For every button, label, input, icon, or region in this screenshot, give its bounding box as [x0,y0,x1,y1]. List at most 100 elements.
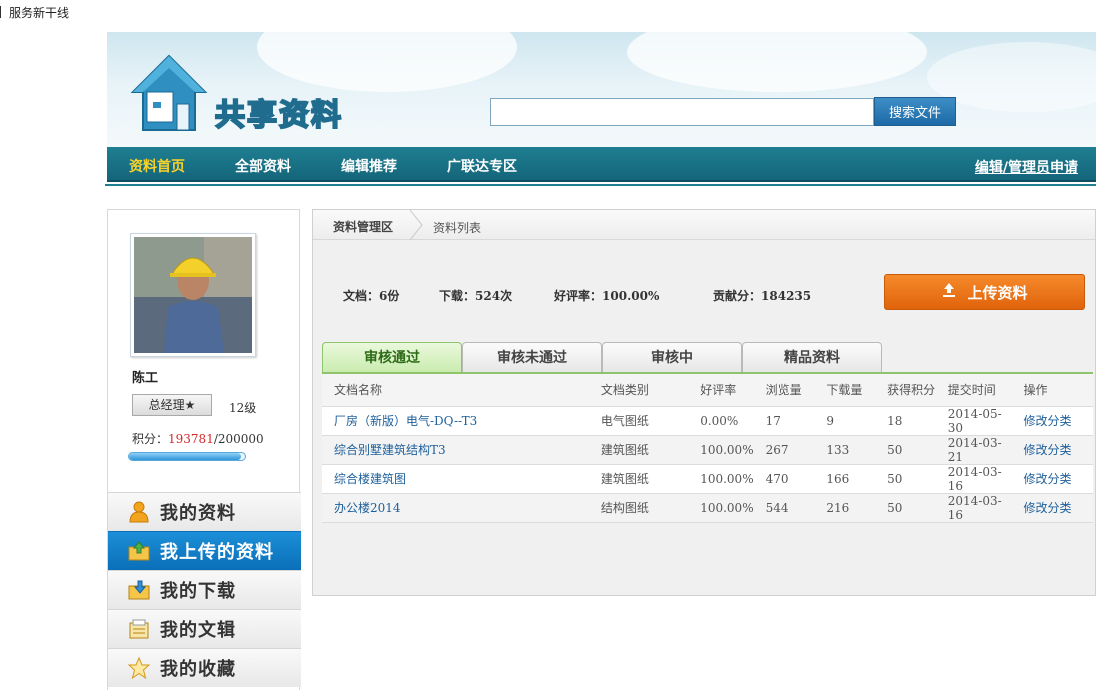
doc-rating: 100.00% [688,464,754,494]
tab-pending[interactable]: 审核中 [602,342,742,373]
star-icon [128,657,150,679]
sidebar-item-my-materials[interactable]: 我的资料 [108,492,301,531]
table-header-row: 文档名称 文档类别 好评率 浏览量 下载量 获得积分 提交时间 操作 [322,374,1093,407]
doc-category: 结构图纸 [588,493,689,523]
cloud-decoration [627,32,927,92]
col-header-action: 操作 [1011,374,1093,407]
points-current: 193781 [168,432,214,446]
doc-name-link[interactable]: 综合楼建筑图 [322,464,589,494]
breadcrumb-section[interactable]: 资料管理区 [333,218,393,235]
edit-category-link[interactable]: 修改分类 [1011,464,1093,494]
upload-button[interactable]: 上传资料 [884,274,1085,310]
nav-item-recommend[interactable]: 编辑推荐 [341,156,397,176]
points-progress-fill [129,453,242,460]
top-bar-label[interactable]: 服务新干线 [9,4,69,21]
sidebar-item-label: 我的收藏 [160,659,236,680]
sidebar-item-label: 我上传的资料 [160,542,274,563]
doc-name-link[interactable]: 厂房（新版）电气-DQ--T3 [322,406,589,436]
doc-rating: 100.00% [688,435,754,465]
points-total: /200000 [213,432,264,446]
breadcrumb: 资料管理区 资料列表 [313,210,1095,240]
doc-rating: 0.00% [688,406,754,436]
doc-downloads: 166 [814,464,876,494]
breadcrumb-page: 资料列表 [433,221,482,235]
doc-downloads: 133 [814,435,876,465]
apply-editor-link[interactable]: 编辑/管理员申请 [975,157,1078,177]
sidebar-item-my-uploads[interactable]: 我上传的资料 [108,531,301,570]
sidebar-item-my-favorites[interactable]: 我的收藏 [108,648,301,687]
stat-contrib: 贡献分：184235 [713,287,811,304]
level-label: 12级 [229,401,257,415]
search-button[interactable]: 搜索文件 [874,97,956,126]
download-folder-icon [128,579,150,601]
worker-portrait-icon [134,237,252,353]
nav-item-all[interactable]: 全部资料 [235,156,291,176]
top-bar: 服务新干线 [0,4,69,20]
stat-rating-label: 好评率： [554,289,603,303]
tab-featured[interactable]: 精品资料 [742,342,882,373]
doc-name-link[interactable]: 综合别墅建筑结构T3 [322,435,589,465]
username: 陈工 [132,371,159,386]
stat-docs-label: 文档： [343,289,380,303]
sidebar-menu: 我的资料 我上传的资料 我的下载 我的文辑 我的收藏 [108,492,301,687]
doc-downloads: 9 [814,406,876,436]
col-header-views: 浏览量 [753,374,815,407]
sidebar: 陈工 总经理★ 12级 积分：193781/200000 我的资料 我上传的资料… [107,209,301,690]
doc-views: 267 [753,435,815,465]
avatar-photo [134,237,252,353]
col-header-category: 文档类别 [588,374,689,407]
edit-category-link[interactable]: 修改分类 [1011,493,1093,523]
sidebar-item-label: 我的资料 [160,503,236,524]
doc-rating: 100.00% [688,493,754,523]
cloud-decoration [257,32,517,92]
points-progress-bar [128,452,246,461]
doc-category: 电气图纸 [588,406,689,436]
doc-date: 2014-03-16 [935,464,1012,494]
stat-rating: 好评率：100.00% [554,287,659,304]
col-header-downloads: 下载量 [814,374,876,407]
col-header-rating: 好评率 [688,374,754,407]
rank-badge-button[interactable]: 总经理★ [132,394,212,416]
tab-approved[interactable]: 审核通过 [322,342,462,373]
doc-date: 2014-05-30 [935,406,1012,436]
main-nav: 资料首页 全部资料 编辑推荐 广联达专区 编辑/管理员申请 [107,147,1096,182]
logo-text: 共享资料 [214,97,343,134]
col-header-name: 文档名称 [322,374,589,407]
doc-name-link[interactable]: 办公楼2014 [322,493,589,523]
doc-points: 50 [875,435,936,465]
avatar[interactable] [130,233,256,357]
tab-rejected[interactable]: 审核未通过 [462,342,602,373]
upload-button-label: 上传资料 [967,283,1028,302]
edit-category-link[interactable]: 修改分类 [1011,406,1093,436]
doc-views: 17 [753,406,815,436]
chevron-right-icon [409,210,423,240]
doc-date: 2014-03-16 [935,493,1012,523]
doc-category: 建筑图纸 [588,435,689,465]
doc-downloads: 216 [814,493,876,523]
divider [0,6,1,18]
doc-views: 470 [753,464,815,494]
sidebar-item-label: 我的文辑 [160,620,236,641]
album-icon [128,618,150,640]
table-row: 综合别墅建筑结构T3 建筑图纸 100.00% 267 133 50 2014-… [322,435,1093,465]
nav-underline [105,184,1096,186]
table-row: 综合楼建筑图 建筑图纸 100.00% 470 166 50 2014-03-1… [322,464,1093,494]
edit-category-link[interactable]: 修改分类 [1011,435,1093,465]
documents-table: 文档名称 文档类别 好评率 浏览量 下载量 获得积分 提交时间 操作 厂房（新版… [322,374,1093,523]
sidebar-item-label: 我的下载 [160,581,236,602]
sidebar-item-my-downloads[interactable]: 我的下载 [108,570,301,609]
col-header-points: 获得积分 [875,374,936,407]
nav-item-home[interactable]: 资料首页 [129,156,185,176]
doc-date: 2014-03-21 [935,435,1012,465]
stat-docs-value: 6份 [379,289,400,303]
nav-item-glodon[interactable]: 广联达专区 [447,156,517,176]
sidebar-item-my-albums[interactable]: 我的文辑 [108,609,301,648]
search-input[interactable] [490,98,874,126]
table-row: 厂房（新版）电气-DQ--T3 电气图纸 0.00% 17 9 18 2014-… [322,406,1093,436]
doc-points: 18 [875,406,936,436]
stat-downloads-label: 下载： [439,289,476,303]
stat-contrib-label: 贡献分： [713,289,762,303]
upload-icon [941,282,957,302]
person-icon [128,501,150,523]
house-logo-icon[interactable] [129,52,209,134]
